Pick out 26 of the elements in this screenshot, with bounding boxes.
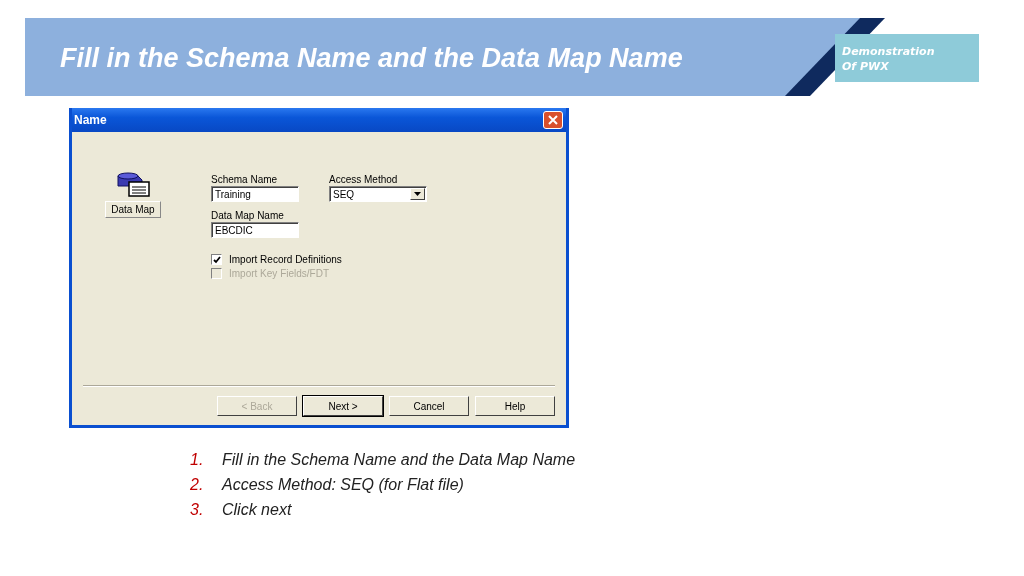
icon-label[interactable]: Data Map bbox=[105, 201, 161, 218]
field-label: Access Method bbox=[329, 174, 399, 185]
dropdown[interactable]: SEQ bbox=[329, 186, 427, 202]
input-field[interactable]: EBCDIC bbox=[211, 222, 299, 238]
input-field[interactable]: Training bbox=[211, 186, 299, 202]
dialog-button[interactable]: Next > bbox=[303, 396, 383, 416]
step-text: Fill in the Schema Name and the Data Map Name bbox=[222, 450, 576, 469]
step-text: Access Method: SEQ (for Flat file) bbox=[222, 475, 464, 494]
checkbox-label: Import Record Definitions bbox=[229, 254, 342, 265]
field-label: Schema Name bbox=[211, 174, 279, 185]
step-number: 3. bbox=[190, 500, 205, 519]
step-text: Click next bbox=[222, 500, 292, 519]
checkbox-label: Import Key Fields/FDT bbox=[229, 268, 330, 279]
step-number: 2. bbox=[190, 475, 205, 494]
close-button[interactable] bbox=[543, 111, 563, 129]
field-label: Data Map Name bbox=[211, 210, 285, 221]
dialog-title: Name bbox=[74, 113, 107, 127]
checkbox[interactable] bbox=[211, 254, 222, 265]
badge-text: Demonstration Of PWX bbox=[842, 44, 935, 74]
data-map-icon bbox=[115, 172, 151, 198]
step-number: 1. bbox=[190, 450, 205, 469]
dropdown-value: SEQ bbox=[333, 188, 355, 200]
close-icon bbox=[548, 115, 558, 125]
dialog-button[interactable]: Help bbox=[475, 396, 555, 416]
dialog-button[interactable]: Cancel bbox=[389, 396, 469, 416]
slide-title: Fill in the Schema Name and the Data Map Name bbox=[60, 42, 683, 74]
